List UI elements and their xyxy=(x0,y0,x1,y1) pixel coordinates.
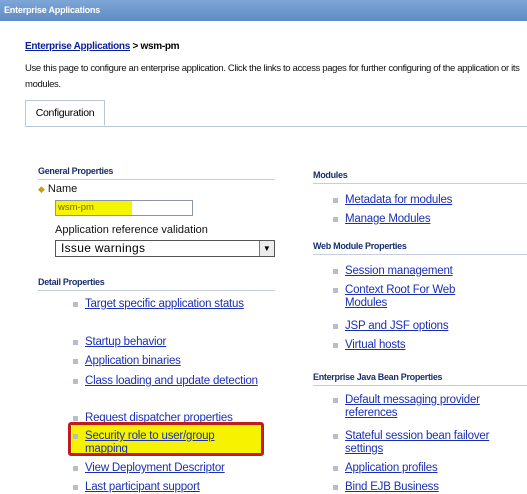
link-virtual-hosts[interactable]: Virtual hosts xyxy=(345,339,406,352)
breadcrumb-link-enterprise-applications[interactable]: Enterprise Applications xyxy=(25,41,130,52)
bullet-icon xyxy=(73,379,78,384)
ejb-properties-heading: Enterprise Java Bean Properties xyxy=(313,372,527,386)
breadcrumb: Enterprise Applications > wsm-pm xyxy=(25,41,180,52)
breadcrumb-separator: > xyxy=(129,41,141,52)
bullet-icon xyxy=(73,340,78,345)
name-field-value: wsm-pm xyxy=(56,201,132,215)
general-properties-heading: General Properties xyxy=(38,166,275,180)
name-label: ◆ Name xyxy=(38,183,77,195)
link-last-participant-support[interactable]: Last participant support xyxy=(85,481,200,494)
bullet-icon xyxy=(333,466,338,471)
bullet-icon xyxy=(333,398,338,403)
validation-select[interactable]: Issue warnings ▼ xyxy=(55,240,275,257)
bullet-icon xyxy=(73,359,78,364)
bullet-icon xyxy=(333,217,338,222)
breadcrumb-current: wsm-pm xyxy=(140,41,180,52)
window-title-bar: Enterprise Applications xyxy=(0,0,527,21)
bullet-icon xyxy=(333,434,338,439)
link-stateful-session-bean-failover-settings[interactable]: Stateful session bean failover settings xyxy=(345,430,495,455)
link-manage-modules[interactable]: Manage Modules xyxy=(345,213,431,226)
bullet-icon xyxy=(73,485,78,490)
name-label-text: Name xyxy=(47,183,78,195)
detail-properties-heading: Detail Properties xyxy=(38,277,275,291)
tab-configuration[interactable]: Configuration xyxy=(25,100,105,126)
modules-heading: Modules xyxy=(313,170,527,184)
dropdown-arrow-icon[interactable]: ▼ xyxy=(259,241,274,256)
link-session-management[interactable]: Session management xyxy=(345,265,453,278)
link-jsp-and-jsf-options[interactable]: JSP and JSF options xyxy=(345,320,449,333)
bullet-icon xyxy=(73,466,78,471)
link-default-messaging-provider-references[interactable]: Default messaging provider references xyxy=(345,394,485,419)
required-indicator-icon: ◆ xyxy=(38,184,45,194)
bullet-icon xyxy=(73,302,78,307)
bullet-icon xyxy=(333,288,338,293)
bullet-icon xyxy=(333,269,338,274)
bullet-icon xyxy=(333,485,338,490)
tab-strip: Configuration xyxy=(25,100,527,127)
link-class-loading-and-update-detection[interactable]: Class loading and update detection xyxy=(85,375,265,388)
name-field[interactable]: wsm-pm xyxy=(55,200,193,216)
validation-select-value: Issue warnings xyxy=(61,241,146,255)
bullet-icon xyxy=(333,198,338,203)
window-title: Enterprise Applications xyxy=(4,5,101,15)
link-context-root-for-web-modules[interactable]: Context Root For Web Modules xyxy=(345,284,495,309)
page-description: Use this page to configure an enterprise… xyxy=(25,63,520,90)
bullet-icon xyxy=(333,343,338,348)
callout-box xyxy=(68,422,264,456)
link-application-profiles[interactable]: Application profiles xyxy=(345,462,438,475)
web-module-properties-heading: Web Module Properties xyxy=(313,241,527,255)
link-target-specific-application-status[interactable]: Target specific application status xyxy=(85,298,270,311)
link-application-binaries[interactable]: Application binaries xyxy=(85,355,181,368)
link-metadata-for-modules[interactable]: Metadata for modules xyxy=(345,194,452,207)
bullet-icon xyxy=(333,324,338,329)
link-bind-ejb-business[interactable]: Bind EJB Business xyxy=(345,481,439,494)
link-view-deployment-descriptor[interactable]: View Deployment Descriptor xyxy=(85,462,225,475)
link-startup-behavior[interactable]: Startup behavior xyxy=(85,336,166,349)
bullet-icon xyxy=(73,416,78,421)
validation-label: Application reference validation xyxy=(55,224,208,236)
